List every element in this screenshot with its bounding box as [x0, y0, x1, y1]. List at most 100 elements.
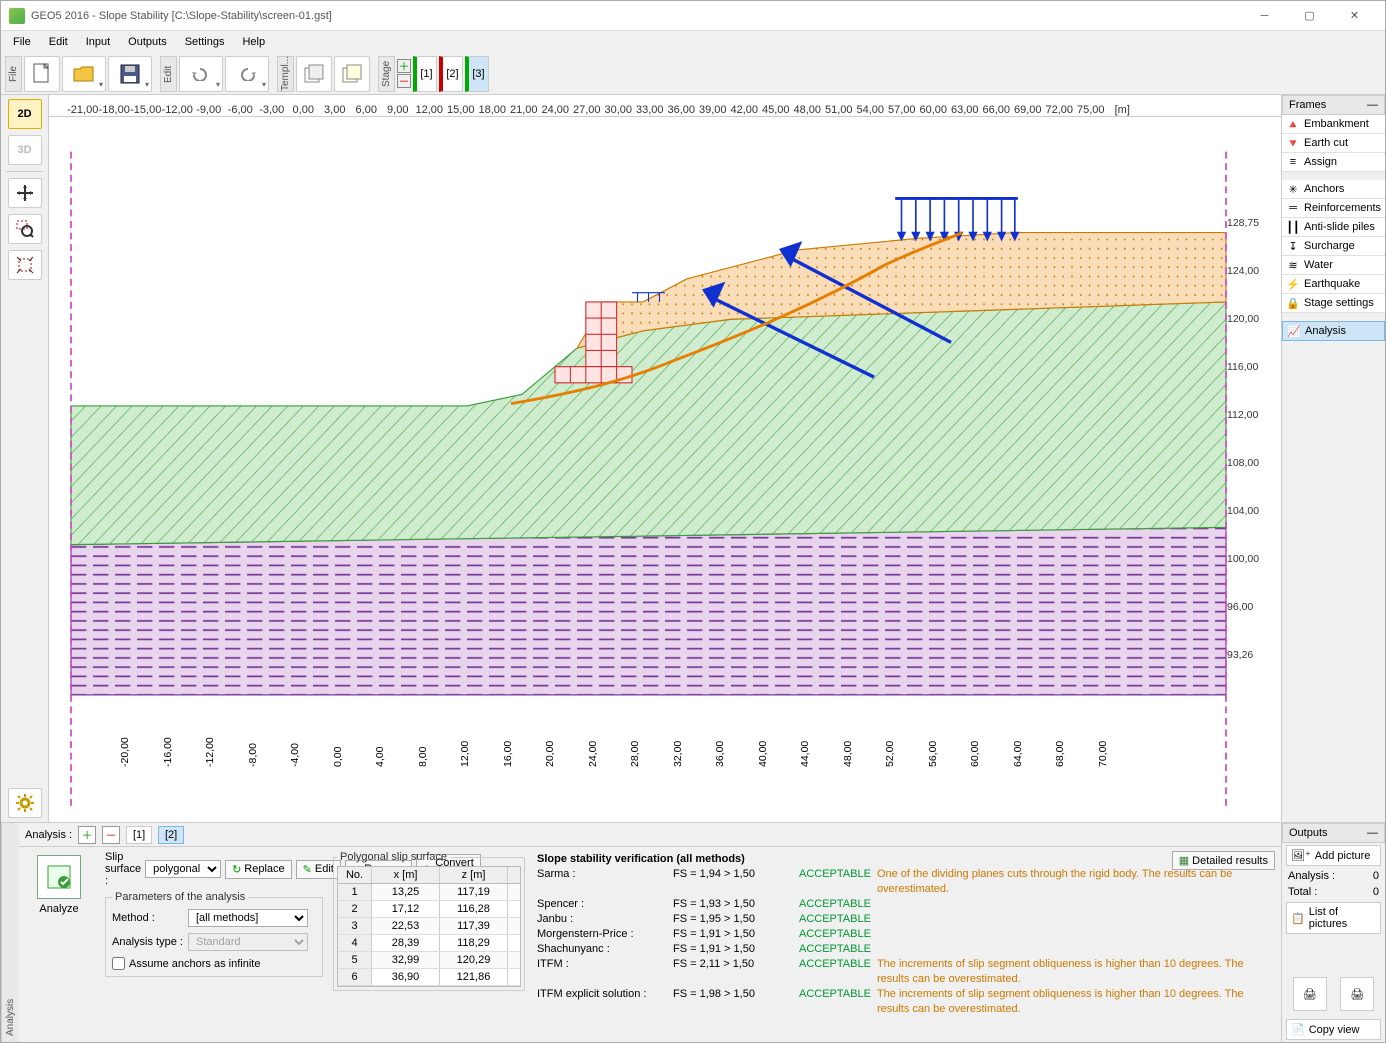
- earth-cut-icon: 🔻: [1286, 137, 1300, 149]
- analysis-toolbar: Analysis : ＋ － [1] [2]: [19, 823, 1281, 847]
- stage-add-button[interactable]: ＋: [397, 59, 411, 73]
- menu-outputs[interactable]: Outputs: [120, 34, 175, 50]
- view-2d-button[interactable]: 2D: [8, 99, 42, 129]
- add-picture-button[interactable]: 🖼⁺Add picture: [1286, 845, 1381, 866]
- print-button-2[interactable]: 🖨: [1340, 977, 1374, 1011]
- save-file-button[interactable]: ▾: [108, 56, 152, 92]
- analysis-icon: 📈: [1287, 325, 1301, 337]
- detailed-results-button[interactable]: ▦ Detailed results: [1172, 851, 1275, 870]
- replace-button[interactable]: ↻Replace: [225, 860, 292, 879]
- y-axis-labels: 128,75124,00120,00116,00112,00108,00104,…: [1227, 117, 1277, 822]
- analysis-side-label: Analysis: [1, 823, 19, 1042]
- stage-2[interactable]: [2]: [439, 56, 463, 92]
- table-row[interactable]: 113,25117,19: [338, 884, 520, 901]
- parameters-fieldset: Parameters of the analysis Method : [all…: [105, 891, 323, 977]
- template-button-2[interactable]: [334, 56, 370, 92]
- collapse-icon[interactable]: —: [1367, 827, 1378, 839]
- embankment-icon: 🔺: [1286, 118, 1300, 130]
- table-row[interactable]: 217,12116,28: [338, 901, 520, 918]
- toolbar-group-edit: Edit: [160, 56, 177, 92]
- analysis-type-select[interactable]: Standard: [188, 933, 308, 951]
- fit-tool[interactable]: [8, 250, 42, 280]
- frame-item-surcharge[interactable]: ↧Surcharge: [1282, 237, 1385, 256]
- water-icon: ≋: [1286, 259, 1300, 271]
- analyze-button[interactable]: [37, 855, 81, 899]
- toolbar: File ▾ ▾ Edit ▾ ▾ Templ... Stage ＋ － [1]…: [1, 53, 1385, 95]
- frame-item-reinforcements[interactable]: ═Reinforcements: [1282, 199, 1385, 218]
- toolbar-group-template: Templ...: [277, 56, 294, 92]
- outputs-analysis-count: 0: [1373, 870, 1379, 882]
- slip-table-body[interactable]: 113,25117,19217,12116,28322,53117,39428,…: [337, 884, 521, 987]
- frame-item-earthquake[interactable]: ⚡Earthquake: [1282, 275, 1385, 294]
- menu-help[interactable]: Help: [234, 34, 273, 50]
- slip-table-header: No. x [m] z [m]: [337, 866, 521, 884]
- minimize-button[interactable]: ─: [1242, 2, 1287, 30]
- outputs-total-count: 0: [1373, 886, 1379, 898]
- results-title: Slope stability verification (all method…: [537, 853, 1273, 865]
- analysis-stage-2[interactable]: [2]: [158, 826, 184, 844]
- table-row[interactable]: 636,90121,86: [338, 969, 520, 986]
- analysis-add-button[interactable]: ＋: [78, 826, 96, 844]
- result-line: ITFM :FS = 2,11 > 1,50ACCEPTABLEThe incr…: [537, 957, 1273, 987]
- results-panel: Slope stability verification (all method…: [529, 847, 1281, 1042]
- titlebar: GEO5 2016 - Slope Stability [C:\Slope-St…: [1, 1, 1385, 31]
- frame-item-anchors[interactable]: ✳Anchors: [1282, 180, 1385, 199]
- surcharge-icon: ↧: [1286, 240, 1300, 252]
- frame-item-water[interactable]: ≋Water: [1282, 256, 1385, 275]
- result-line: Morgenstern-Price :FS = 1,91 > 1,50ACCEP…: [537, 927, 1273, 942]
- menu-edit[interactable]: Edit: [41, 34, 76, 50]
- table-row[interactable]: 428,39118,29: [338, 935, 520, 952]
- template-button-1[interactable]: [296, 56, 332, 92]
- undo-button[interactable]: ▾: [179, 56, 223, 92]
- anchors-infinite-checkbox[interactable]: [112, 957, 125, 970]
- maximize-button[interactable]: ▢: [1287, 2, 1332, 30]
- analysis-label: Analysis :: [25, 829, 72, 841]
- menu-file[interactable]: File: [5, 34, 39, 50]
- new-file-button[interactable]: [24, 56, 60, 92]
- ruler-horizontal: -21,00-18,00-15,00-12,00-9,00-6,00-3,000…: [49, 95, 1281, 117]
- toolbar-group-stage: Stage: [378, 56, 395, 92]
- frame-item-analysis[interactable]: 📈Analysis: [1282, 321, 1385, 341]
- copy-view-button[interactable]: 📄Copy view: [1286, 1019, 1381, 1040]
- view-3d-button[interactable]: 3D: [8, 135, 42, 165]
- outputs-total-label: Total :: [1288, 886, 1317, 898]
- table-row[interactable]: 532,99120,29: [338, 952, 520, 969]
- assign-icon: ≡: [1286, 156, 1300, 168]
- result-line: Sarma :FS = 1,94 > 1,50ACCEPTABLEOne of …: [537, 867, 1273, 897]
- frame-item-anti-slide-piles[interactable]: ┃┃Anti-slide piles: [1282, 218, 1385, 237]
- earthquake-icon: ⚡: [1286, 278, 1300, 290]
- frame-item-stage-settings[interactable]: 🔒Stage settings: [1282, 294, 1385, 313]
- close-button[interactable]: ✕: [1332, 2, 1377, 30]
- stage-1[interactable]: [1]: [413, 56, 437, 92]
- collapse-icon[interactable]: —: [1367, 99, 1378, 111]
- method-label: Method :: [112, 912, 184, 924]
- analysis-stage-1[interactable]: [1]: [126, 826, 152, 844]
- zoom-tool[interactable]: [8, 214, 42, 244]
- pan-tool[interactable]: [8, 178, 42, 208]
- settings-gear-button[interactable]: [8, 788, 42, 818]
- list-pictures-button[interactable]: 📋List of pictures: [1286, 902, 1381, 934]
- result-line: ITFM explicit solution :FS = 1,98 > 1,50…: [537, 987, 1273, 1017]
- parameters-legend: Parameters of the analysis: [112, 891, 248, 903]
- method-select[interactable]: [all methods]: [188, 909, 308, 927]
- toolbar-group-file: File: [5, 56, 22, 92]
- frame-item-embankment[interactable]: 🔺Embankment: [1282, 115, 1385, 134]
- slip-surface-select[interactable]: polygonal: [145, 860, 221, 878]
- stage-3[interactable]: [3]: [465, 56, 489, 92]
- slip-table-title: Polygonal slip surface: [337, 851, 450, 863]
- menu-input[interactable]: Input: [78, 34, 118, 50]
- menu-settings[interactable]: Settings: [177, 34, 233, 50]
- analysis-remove-button[interactable]: －: [102, 826, 120, 844]
- anti-slide-piles-icon: ┃┃: [1286, 221, 1300, 233]
- drawing-canvas[interactable]: 128,75124,00120,00116,00112,00108,00104,…: [49, 117, 1281, 822]
- anchors-infinite-label: Assume anchors as infinite: [129, 958, 260, 970]
- frame-item-earth-cut[interactable]: 🔻Earth cut: [1282, 134, 1385, 153]
- reinforcements-icon: ═: [1286, 202, 1300, 214]
- redo-button[interactable]: ▾: [225, 56, 269, 92]
- open-file-button[interactable]: ▾: [62, 56, 106, 92]
- table-row[interactable]: 322,53117,39: [338, 918, 520, 935]
- cross-section-graphic: [49, 117, 1281, 822]
- print-button-1[interactable]: 🖨: [1293, 977, 1327, 1011]
- stage-remove-button[interactable]: －: [397, 74, 411, 88]
- frame-item-assign[interactable]: ≡Assign: [1282, 153, 1385, 172]
